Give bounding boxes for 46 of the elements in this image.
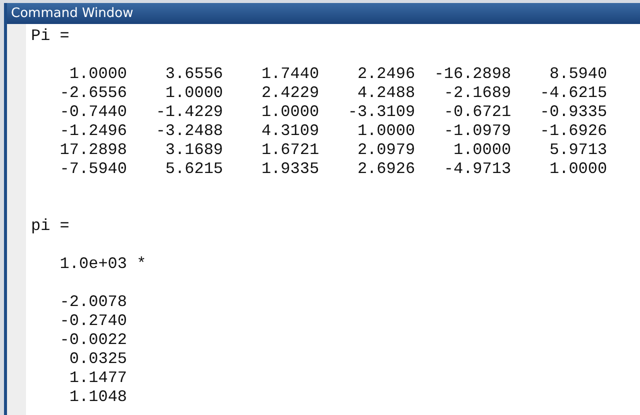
matrix-value: 8.5940 bbox=[548, 65, 608, 84]
matrix-value: 3.6556 bbox=[164, 65, 224, 84]
matrix-value: 1.1477 bbox=[68, 369, 128, 388]
matrix-value: 1.0000 bbox=[260, 103, 320, 122]
matrix-value: 1.0000 bbox=[356, 122, 416, 141]
scale-factor: 1.0e+03 * bbox=[60, 255, 146, 274]
matrix-value: -2.0078 bbox=[58, 293, 128, 312]
matrix-value: 2.4229 bbox=[260, 84, 320, 103]
matrix-value: 1.6721 bbox=[260, 141, 320, 160]
matrix-value: -1.0979 bbox=[442, 122, 512, 141]
matrix-value: 3.1689 bbox=[164, 141, 224, 160]
matrix-value: -2.6556 bbox=[58, 84, 128, 103]
matrix-value: -3.3109 bbox=[346, 103, 416, 122]
matrix-value: 1.0000 bbox=[548, 160, 608, 179]
matrix-value: -3.2488 bbox=[154, 122, 224, 141]
matrix-value: -2.1689 bbox=[442, 84, 512, 103]
matrix-value: -0.2740 bbox=[58, 312, 128, 331]
matrix-value: -1.2496 bbox=[58, 122, 128, 141]
matrix-value: 1.0000 bbox=[452, 141, 512, 160]
window-title: Command Window bbox=[11, 6, 134, 21]
matrix-value: 0.0325 bbox=[68, 350, 128, 369]
matrix-value: 17.2898 bbox=[58, 141, 128, 160]
matrix-value: -0.9335 bbox=[538, 103, 608, 122]
matrix-value: 1.1048 bbox=[68, 388, 128, 407]
matrix-value: -7.5940 bbox=[58, 160, 128, 179]
matrix-value: -0.0022 bbox=[58, 331, 128, 350]
matrix-value: 5.9713 bbox=[548, 141, 608, 160]
matrix-value: -4.6215 bbox=[538, 84, 608, 103]
matrix-value: -0.7440 bbox=[58, 103, 128, 122]
matrix-value: -1.6926 bbox=[538, 122, 608, 141]
matrix-value: 1.0000 bbox=[164, 84, 224, 103]
matrix-value: 4.2488 bbox=[356, 84, 416, 103]
matrix-value: 1.9335 bbox=[260, 160, 320, 179]
matrix-value: 1.0000 bbox=[68, 65, 128, 84]
matrix-value: 5.6215 bbox=[164, 160, 224, 179]
matrix-value: -0.6721 bbox=[442, 103, 512, 122]
matrix-value: 2.0979 bbox=[356, 141, 416, 160]
matrix-value: -16.2898 bbox=[433, 65, 512, 84]
matrix-value: 2.6926 bbox=[356, 160, 416, 179]
matrix-value: -4.9713 bbox=[442, 160, 512, 179]
variable-name: Pi = bbox=[31, 27, 70, 46]
matrix-value: 1.7440 bbox=[260, 65, 320, 84]
variable-name: pi = bbox=[31, 217, 70, 236]
matrix-value: 4.3109 bbox=[260, 122, 320, 141]
matrix-value: -1.4229 bbox=[154, 103, 224, 122]
matrix-value: 2.2496 bbox=[356, 65, 416, 84]
